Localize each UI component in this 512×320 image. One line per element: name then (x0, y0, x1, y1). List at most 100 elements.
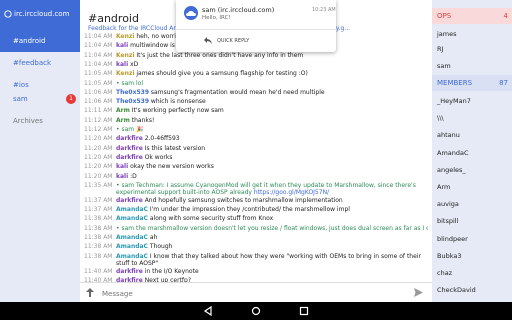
message-timestamp: 11:35 AM (84, 181, 113, 189)
upload-icon[interactable] (86, 288, 94, 297)
reply-icon (204, 37, 212, 44)
message-timestamp: 11:20 AM (84, 135, 113, 143)
ops-header: OPS 4 (432, 8, 512, 24)
message-text: • sam Techman: I assume CyanogenMod will… (116, 182, 428, 197)
message-timestamp: 11:20 AM (84, 163, 113, 171)
message-text: kali okay the new version works (116, 163, 428, 171)
message-timestamp: 11:40 AM (84, 267, 113, 275)
quick-reply-button[interactable]: QUICK REPLY (204, 35, 264, 47)
message-bar (80, 282, 432, 303)
message-timestamp: 11:38 AM (84, 215, 113, 223)
message-nick[interactable]: darkfire (116, 197, 143, 204)
sidebar-item-android[interactable]: #android (0, 30, 80, 52)
buffer-sidebar: irc.irccloud.com #android #feedback #ios… (0, 0, 80, 302)
notification-card[interactable]: sam (irc.irccloud.com) 10:23 AM Hello, I… (176, 0, 336, 52)
message-text: AmandaC Though (116, 243, 428, 251)
message-nick[interactable]: The0x539 (116, 89, 149, 96)
ops-label: OPS (437, 12, 452, 20)
members-header: MEMBERS 87 (432, 75, 512, 91)
message-timestamp: 11:04 AM (84, 60, 113, 68)
message-timestamp: 11:38 AM (84, 252, 113, 260)
sidebar-item-archives[interactable]: Archives (0, 110, 80, 132)
message-text: The0x539 samsung's fragmentation would m… (116, 89, 428, 97)
message-timestamp: 11:05 AM (84, 70, 113, 78)
message-nick[interactable]: AmandaC (116, 215, 148, 222)
message-nick[interactable]: AmandaC (116, 234, 148, 241)
message-body: 2.0-46ff593 (142, 135, 180, 143)
recents-icon[interactable] (299, 306, 309, 316)
message-nick[interactable]: AmandaC (116, 243, 148, 250)
member-item[interactable]: bitspill (437, 217, 458, 225)
message-nick[interactable]: kali (116, 42, 128, 49)
member-item[interactable]: CheckDavid (437, 286, 476, 294)
message-timestamp: 11:04 AM (84, 33, 113, 40)
message-timestamp: 11:11 AM (84, 107, 113, 115)
member-item[interactable]: sam (437, 62, 451, 70)
member-item[interactable]: ahtanu (437, 131, 460, 139)
irccloud-app-icon (184, 6, 198, 20)
message-body: I know that they talked about how they w… (116, 252, 421, 268)
message-body: • sam 🎉 (116, 126, 144, 133)
message-text: darkfire 2.0-46ff593 (116, 135, 428, 143)
ops-count: 4 (503, 12, 508, 20)
message-nick[interactable]: darkfire (116, 135, 143, 142)
message-nick[interactable]: AmandaC (116, 206, 148, 213)
notification-time: 10:23 AM (312, 7, 336, 13)
message-nick[interactable]: Kenzi (116, 70, 134, 77)
sidebar-item-sam[interactable]: sam 1 (0, 88, 80, 110)
message-body: xD (128, 60, 139, 68)
member-item[interactable]: blindpeer (437, 235, 468, 243)
message-body: Though (147, 243, 173, 251)
member-item[interactable]: angeles_ (437, 166, 466, 174)
message-link[interactable]: https://goo.gl/MgKOJ57N/ (254, 189, 329, 196)
message-text: Kenzi james should give you a samsung fl… (116, 70, 428, 78)
message-nick[interactable]: Arm (116, 117, 130, 124)
message-timestamp: 11:20 AM (84, 144, 113, 152)
message-nick[interactable]: AmandaC (116, 253, 148, 260)
message-input[interactable] (100, 287, 404, 301)
sidebar-item-feedback[interactable]: #feedback (0, 52, 80, 74)
message-nick[interactable]: Arm (116, 107, 130, 114)
member-item[interactable]: _HeyMan7 (437, 97, 471, 105)
message-body: along with some security stuff from Knox (147, 215, 274, 223)
message-text: • sam the marshmallow version doesn't le… (116, 225, 428, 233)
message-text: kali :D (116, 173, 428, 181)
back-icon[interactable] (203, 306, 213, 316)
message-nick[interactable]: The0x539 (116, 98, 149, 105)
message-nick[interactable]: kali (116, 173, 128, 180)
send-icon[interactable] (414, 288, 423, 297)
member-item[interactable]: RJ (437, 45, 443, 53)
message-nick[interactable]: darkfire (116, 145, 143, 152)
message-nick[interactable]: Kenzi (116, 52, 134, 59)
channel-title: #android (88, 12, 139, 25)
message-nick[interactable]: darkfire (116, 268, 143, 275)
message-body: in the I/O Keynote (142, 267, 199, 275)
message-text: darkfire in the I/O Keynote (116, 268, 428, 276)
member-item[interactable]: Bubka3 (437, 252, 461, 260)
message-body: And hopefully samsung switches to marshm… (142, 196, 343, 204)
member-item[interactable]: AmandaC (437, 149, 469, 157)
members-count: 87 (499, 79, 508, 87)
member-item[interactable]: auviga (437, 200, 459, 208)
member-item[interactable]: \\\ (437, 114, 444, 122)
home-icon[interactable] (251, 306, 261, 316)
member-item[interactable]: chaz (437, 269, 452, 277)
server-row[interactable]: irc.irccloud.com (0, 0, 80, 30)
message-body: ah (147, 234, 158, 241)
message-text: • sam 🎉 (116, 126, 428, 134)
cloud-icon (4, 10, 12, 18)
message-timestamp: 11:20 AM (84, 153, 113, 161)
message-nick[interactable]: kali (116, 61, 128, 68)
member-item[interactable]: james (437, 30, 457, 38)
member-item[interactable]: Arm (437, 183, 450, 191)
message-nick[interactable]: Kenzi (116, 33, 134, 40)
message-nick[interactable]: kali (116, 163, 128, 170)
message-text: AmandaC along with some security stuff f… (116, 215, 428, 223)
quick-reply-label: QUICK REPLY (217, 38, 250, 44)
message-timestamp: 11:12 AM (84, 126, 113, 133)
message-nick[interactable]: darkfire (116, 154, 143, 161)
message-text: darkfire Is this latest version (116, 145, 428, 153)
sidebar-item-label: Archives (13, 117, 43, 125)
message-timestamp: 11:20 AM (84, 172, 113, 180)
message-body: :D (128, 172, 137, 180)
